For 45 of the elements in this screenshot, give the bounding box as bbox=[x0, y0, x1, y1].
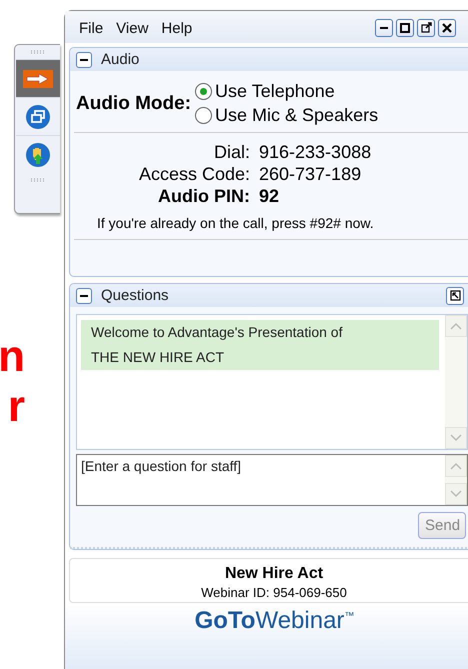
raise-hand-icon bbox=[24, 142, 50, 168]
chevron-up-icon bbox=[450, 322, 462, 330]
menu-item[interactable]: View bbox=[116, 20, 148, 36]
menu-item[interactable]: Help bbox=[161, 20, 192, 36]
undock-button[interactable] bbox=[446, 286, 464, 304]
logo-text: GoToWebinar$^{™}$ bbox=[194, 607, 354, 636]
chevron-down-icon bbox=[450, 434, 462, 442]
grip-icon[interactable] bbox=[30, 178, 46, 182]
radio-option[interactable]: Use Telephone bbox=[195, 81, 378, 102]
detail-value: 92 bbox=[259, 186, 280, 207]
popout-icon bbox=[420, 22, 432, 34]
undock-icon bbox=[450, 290, 460, 301]
webinar-id: Webinar ID: 954-069-650 bbox=[201, 584, 347, 600]
panel-title: Audio bbox=[101, 51, 140, 68]
minimize-button[interactable] bbox=[375, 19, 393, 37]
collapse-button[interactable] bbox=[76, 52, 92, 68]
maximize-icon bbox=[399, 22, 411, 34]
instruction-text: If you're already on the call, press #92# now. bbox=[96, 214, 375, 233]
radio-option[interactable]: Use Mic & Speakers bbox=[195, 105, 378, 126]
slide-text: n bbox=[0, 332, 25, 382]
maximize-button[interactable] bbox=[396, 19, 414, 37]
close-icon bbox=[441, 22, 453, 34]
grip-icon[interactable] bbox=[30, 50, 46, 54]
message-text: THE NEW HIRE ACT bbox=[91, 349, 226, 366]
slide-text: r bbox=[8, 382, 25, 432]
close-button[interactable] bbox=[438, 19, 456, 37]
audio-mode-label: Audio Mode: bbox=[76, 92, 192, 114]
minimize-icon bbox=[380, 27, 388, 29]
message-text: Welcome to Advantage's Presentation of bbox=[91, 324, 344, 341]
detail-label: Audio PIN: bbox=[157, 186, 250, 207]
detail-value: 916-233-3088 bbox=[259, 142, 372, 163]
popout-button[interactable] bbox=[417, 19, 435, 37]
menu-item[interactable]: File bbox=[79, 20, 104, 36]
radio-icon[interactable] bbox=[195, 107, 212, 124]
chevron-down-icon bbox=[450, 490, 462, 498]
chevron-up-icon bbox=[450, 462, 462, 470]
detail-label: Access Code: bbox=[138, 164, 250, 185]
windows-icon bbox=[24, 104, 50, 130]
webinar-title: New Hire Act bbox=[224, 565, 324, 583]
collapse-button[interactable] bbox=[76, 288, 92, 304]
detail-label: Dial: bbox=[212, 142, 250, 163]
detail-value: 260-737-189 bbox=[259, 164, 362, 185]
arrow-button[interactable] bbox=[16, 59, 60, 97]
panel-title: Questions bbox=[101, 287, 169, 304]
radio-icon[interactable] bbox=[195, 83, 212, 100]
